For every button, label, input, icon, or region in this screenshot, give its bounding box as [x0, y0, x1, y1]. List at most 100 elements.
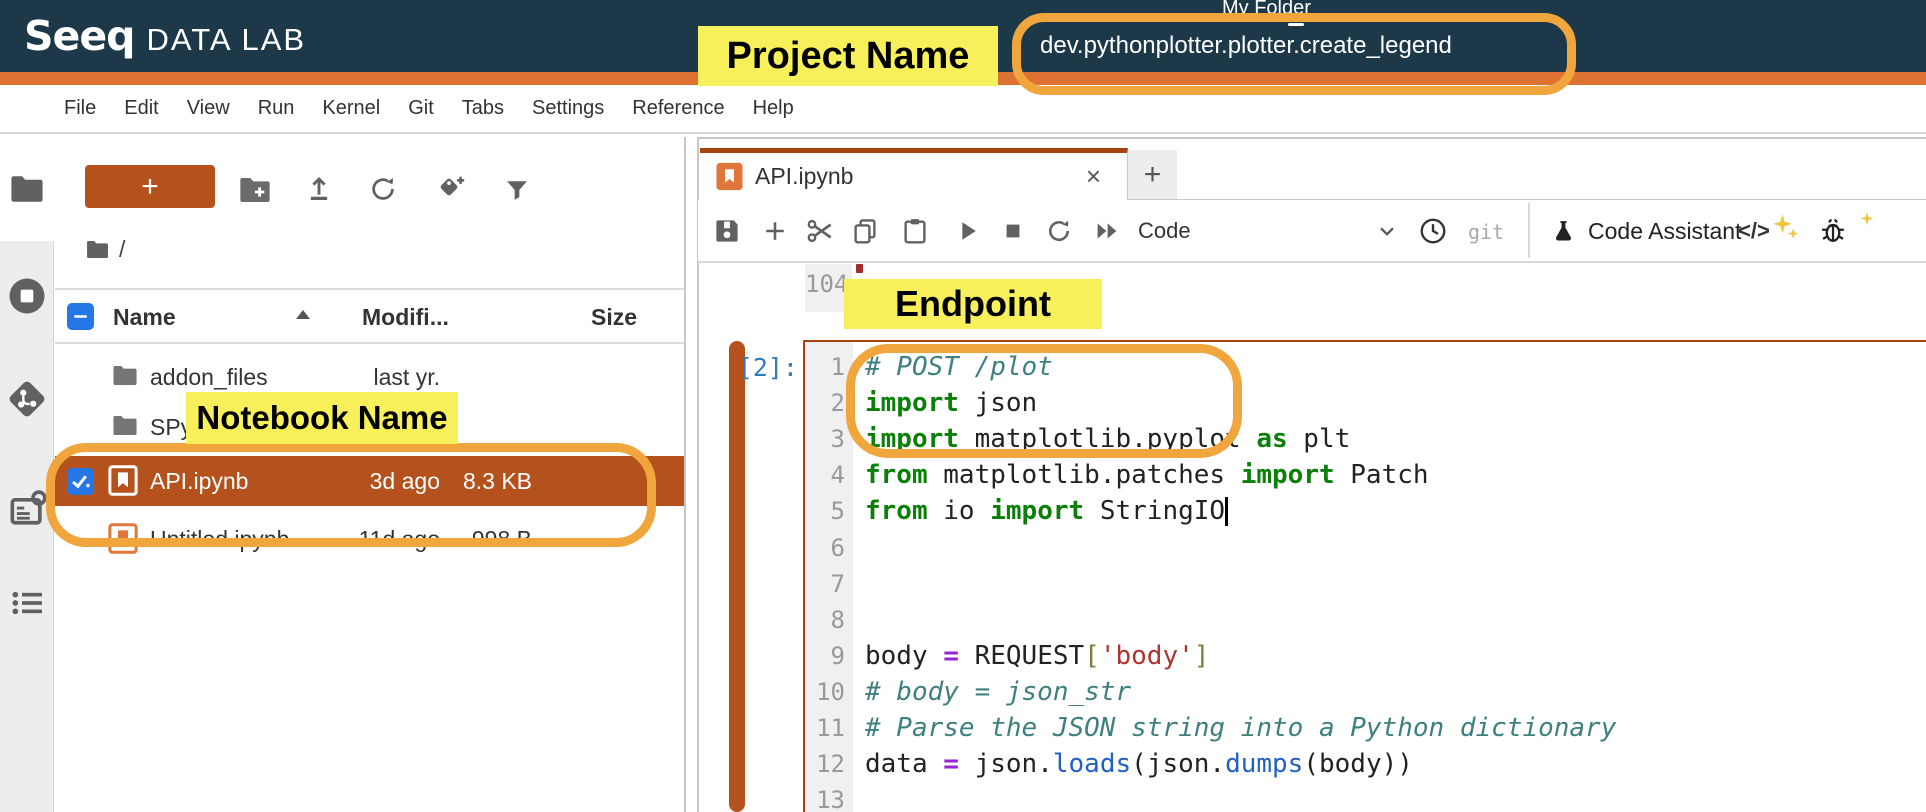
sidebar-item-git[interactable]: [5, 377, 49, 421]
git-status-label[interactable]: git: [1468, 220, 1504, 244]
stop-icon: [999, 217, 1027, 245]
save-button[interactable]: [710, 214, 744, 248]
clock-icon: [1418, 216, 1448, 246]
stop-circle-icon: [7, 276, 47, 316]
menu-run[interactable]: Run: [244, 97, 309, 120]
stop-button[interactable]: [996, 214, 1030, 248]
restart-kernel-button[interactable]: [1042, 214, 1076, 248]
active-cell-indicator[interactable]: [729, 341, 745, 812]
code-tag-button[interactable]: </>: [1738, 218, 1770, 244]
run-icon: [953, 217, 981, 245]
code-assistant-label[interactable]: Code Assistant: [1588, 218, 1741, 245]
column-header-name[interactable]: Name: [113, 304, 176, 331]
menu-reference[interactable]: Reference: [618, 97, 738, 120]
history-button[interactable]: [1416, 214, 1450, 248]
breadcrumb-root[interactable]: /: [119, 236, 125, 263]
notebook-icon: [716, 162, 743, 191]
project-name-callout: [1012, 13, 1576, 95]
run-cell-button[interactable]: [950, 214, 984, 248]
line-number: 13: [805, 786, 853, 812]
code-line[interactable]: 5from io import StringIO: [805, 493, 1926, 529]
divider: [698, 137, 1926, 139]
code-line[interactable]: 6: [805, 529, 1926, 565]
line-number: 8: [805, 606, 853, 634]
tab-bar-filler: [1177, 150, 1926, 201]
menu-help[interactable]: Help: [739, 97, 808, 120]
cell-type-dropdown[interactable]: [1370, 214, 1404, 248]
scissors-icon: [804, 215, 836, 247]
code-line[interactable]: 13: [805, 782, 1926, 812]
divider: [55, 288, 684, 290]
menu-git[interactable]: Git: [394, 97, 448, 120]
menu-kernel[interactable]: Kernel: [308, 97, 394, 120]
paste-cell-button[interactable]: [898, 214, 932, 248]
endpoint-label: Endpoint: [844, 279, 1102, 329]
line-number: 10: [805, 678, 853, 706]
logo-datalab-text: DATA LAB: [147, 22, 307, 58]
add-cell-button[interactable]: [758, 214, 792, 248]
logo-seeq-text: Seeq: [24, 12, 135, 60]
select-all-checkbox[interactable]: [67, 303, 94, 330]
sidebar-item-running-kernels[interactable]: [5, 274, 49, 318]
chevron-down-icon: [1374, 218, 1400, 244]
refresh-icon: [368, 174, 398, 204]
file-name: addon_files: [150, 364, 268, 391]
notebook-name-callout: [46, 443, 656, 547]
new-tag-button[interactable]: [434, 172, 468, 206]
sort-ascending-icon[interactable]: [296, 310, 310, 319]
code-text: from matplotlib.patches import Patch: [853, 460, 1429, 490]
new-tab-button[interactable]: +: [1128, 150, 1177, 201]
sidebar-item-table-of-contents[interactable]: [5, 581, 49, 625]
new-launcher-button[interactable]: +: [85, 165, 215, 208]
line-number: 104: [805, 270, 848, 298]
code-line[interactable]: 4from matplotlib.patches import Patch: [805, 457, 1926, 493]
filter-button[interactable]: [500, 173, 534, 207]
save-icon: [712, 216, 742, 246]
code-assistant-button[interactable]: [1546, 214, 1580, 248]
column-header-size[interactable]: Size: [591, 304, 637, 331]
restart-icon: [1045, 217, 1073, 245]
sparkles-icon: [1768, 210, 1802, 244]
code-line[interactable]: 7: [805, 566, 1926, 602]
execution-count: [2]:: [690, 353, 798, 382]
line-number: 6: [805, 534, 853, 562]
notebook-toolbar: Code git Code Assistant </>: [698, 200, 1926, 263]
sidebar-item-property-inspector[interactable]: [5, 487, 49, 531]
code-text: # body = json_str: [853, 677, 1131, 707]
menu-edit[interactable]: Edit: [110, 97, 172, 120]
menu-tabs[interactable]: Tabs: [448, 97, 518, 120]
code-line[interactable]: 9body = REQUEST['body']: [805, 638, 1926, 674]
close-icon[interactable]: ×: [1086, 161, 1101, 192]
copy-icon: [850, 216, 880, 246]
upload-button[interactable]: [302, 172, 336, 206]
sparkle-icon: [1850, 204, 1884, 238]
new-folder-icon: [239, 176, 271, 204]
sidebar-item-file-browser[interactable]: [10, 174, 44, 209]
refresh-button[interactable]: [366, 172, 400, 206]
menu-settings[interactable]: Settings: [518, 97, 618, 120]
menu-file[interactable]: File: [50, 97, 110, 120]
cell-type-select[interactable]: Code: [1138, 218, 1191, 244]
seeq-logo: Seeq DATA LAB: [24, 12, 306, 60]
copy-cell-button[interactable]: [848, 214, 882, 248]
filter-icon: [503, 176, 531, 204]
code-line[interactable]: 12data = json.loads(json.dumps(body)): [805, 746, 1926, 782]
clipped-code-fragment: [856, 264, 863, 273]
indeterminate-icon: [72, 308, 89, 325]
debug-assistant-button[interactable]: [1816, 214, 1850, 248]
file-modified: last yr.: [285, 364, 440, 391]
cut-cell-button[interactable]: [803, 214, 837, 248]
panel-divider[interactable]: [684, 137, 686, 812]
line-number: 3: [805, 425, 853, 453]
line-number: 7: [805, 570, 853, 598]
run-all-button[interactable]: [1090, 214, 1124, 248]
tab-api-ipynb[interactable]: API.ipynb ×: [700, 148, 1128, 200]
breadcrumb[interactable]: /: [86, 236, 125, 263]
code-line[interactable]: 8: [805, 602, 1926, 638]
new-folder-button[interactable]: [238, 173, 272, 207]
folder-icon: [86, 240, 109, 259]
menu-view[interactable]: View: [173, 97, 244, 120]
code-line[interactable]: 10# body = json_str: [805, 674, 1926, 710]
column-header-modified[interactable]: Modifi...: [362, 304, 449, 331]
code-line[interactable]: 11# Parse the JSON string into a Python …: [805, 710, 1926, 746]
